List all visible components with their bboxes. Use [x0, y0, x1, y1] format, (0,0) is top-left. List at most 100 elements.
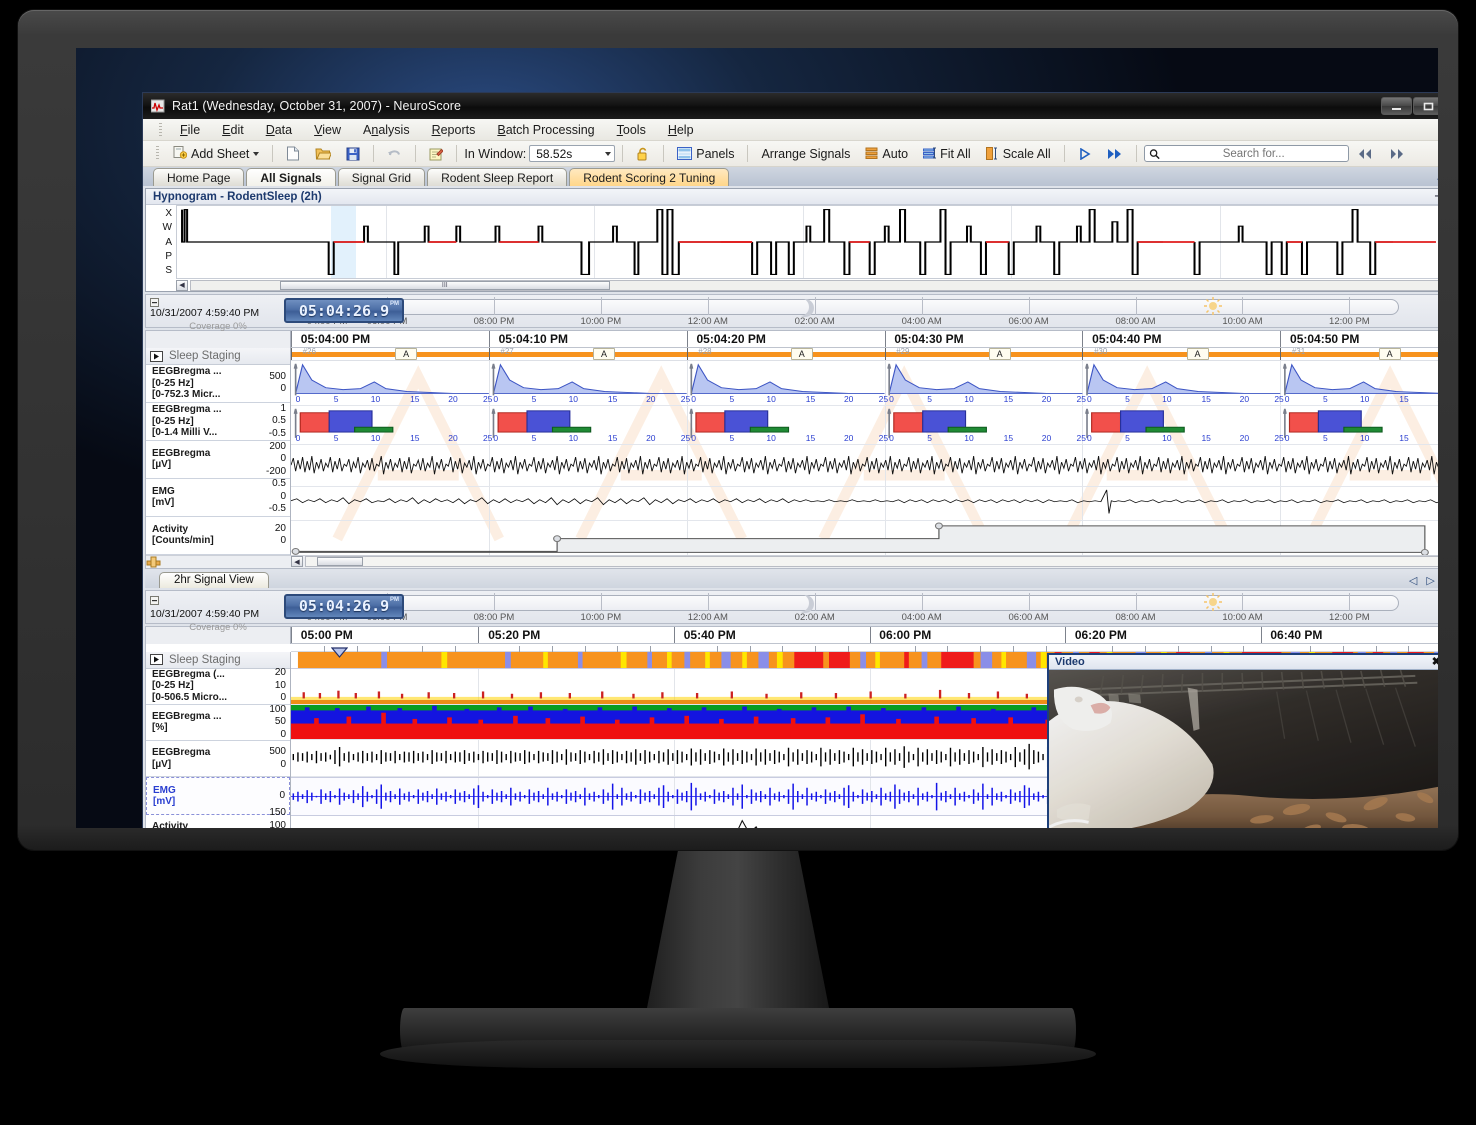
- hypnogram-plot[interactable]: [176, 205, 1438, 279]
- time-navigator-track-2hr[interactable]: 2.81h: [284, 591, 1438, 623]
- menu-analysis[interactable]: Analysis: [352, 120, 421, 140]
- emg-plot[interactable]: [291, 486, 1438, 522]
- fit-all-button[interactable]: Fit All: [917, 144, 977, 164]
- fast-forward-button[interactable]: [1101, 145, 1129, 163]
- collapse-box-icon[interactable]: [150, 298, 159, 307]
- maximize-button[interactable]: [1413, 97, 1438, 115]
- scale-value: 0.5: [272, 478, 286, 490]
- main-toolbar: Add Sheet In Window: 58.52s Panels Arran…: [143, 141, 1438, 167]
- tab-prev-icon[interactable]: ◁: [1437, 172, 1438, 185]
- play-small-icon[interactable]: [150, 654, 163, 665]
- collapse-box-icon[interactable]: [150, 595, 159, 605]
- subtab-2hr-signal-view[interactable]: 2hr Signal View: [159, 571, 269, 588]
- subtab-next-icon[interactable]: ▷: [1426, 574, 1434, 587]
- hypnogram-scroll-thumb[interactable]: III: [279, 280, 610, 290]
- scroll-left-button[interactable]: ◀: [291, 556, 303, 567]
- activity-plot[interactable]: [291, 521, 1438, 555]
- chevron-down-icon[interactable]: [605, 151, 612, 156]
- menu-help[interactable]: Help: [657, 120, 705, 140]
- arrange-signals-button[interactable]: Arrange Signals: [755, 144, 856, 164]
- signal-label-row[interactable]: Activity [Counts/min] 150 100 50 0: [146, 807, 290, 828]
- signal-label-row[interactable]: EMG [mV] 0.5 0 -0.5: [146, 478, 290, 517]
- epoch-stage-tag[interactable]: A: [790, 348, 813, 360]
- signal-label-row[interactable]: EEGBregma [µV] 500 0: [146, 741, 290, 778]
- in-window-combo[interactable]: 58.52s: [529, 145, 616, 162]
- scroll-thumb[interactable]: [317, 557, 363, 566]
- tab-signal-grid[interactable]: Signal Grid: [337, 168, 426, 186]
- video-close-icon[interactable]: ✖: [1432, 655, 1438, 668]
- time-navigator-top[interactable]: 10/31/2007 4:59:40 PM Coverage 0% 2.81h: [145, 294, 1438, 332]
- epoch-stage-tag[interactable]: A: [592, 348, 615, 360]
- menu-edit[interactable]: Edit: [211, 120, 255, 140]
- scale-value: 100: [269, 819, 286, 828]
- lock-button[interactable]: [630, 144, 656, 164]
- new-document-button[interactable]: [280, 143, 306, 164]
- open-folder-button[interactable]: [309, 143, 337, 164]
- time-navigator-2hr[interactable]: 10/31/2007 4:59:40 PM Coverage 0% 2.81h: [145, 589, 1438, 633]
- auto-button[interactable]: Auto: [859, 144, 914, 164]
- menu-view[interactable]: View: [303, 120, 352, 140]
- time-navigator-bar[interactable]: 2.81h: [286, 299, 1399, 315]
- hypnogram-scrollbar[interactable]: ◀ III: [146, 279, 1438, 291]
- detail-time-ruler[interactable]: 05:04:00 PM 05:04:10 PM 05:04:20 PM 05:0…: [291, 331, 1438, 348]
- find-next-button[interactable]: [1383, 145, 1411, 163]
- signal-label-row[interactable]: EEGBregma ... [0-25 Hz] [0-752.3 Micr...…: [146, 365, 290, 403]
- signal-label-row[interactable]: EEGBregma ... [0-25 Hz] [0-1.4 Milli V..…: [146, 403, 290, 441]
- find-previous-button[interactable]: [1352, 145, 1380, 163]
- time-navigator-track[interactable]: 2.81h: [284, 295, 1438, 327]
- scale-all-button[interactable]: Scale All: [980, 144, 1057, 164]
- time-ruler-2hr[interactable]: 05:00 PM 05:20 PM 05:40 PM 06:00 PM 06:2…: [291, 626, 1438, 644]
- edit-note-button[interactable]: [423, 144, 449, 164]
- signal-label-row[interactable]: Activity [Counts/min] 20 0: [146, 517, 290, 555]
- tab-all-signals[interactable]: All Signals: [246, 168, 336, 186]
- tab-home-page[interactable]: Home Page: [153, 168, 245, 186]
- epoch-scoring-bar[interactable]: #26 #27 #28 #29 #30 #31 A A A A A A: [291, 347, 1438, 361]
- epoch-stage-tag[interactable]: A: [1186, 348, 1209, 360]
- play-button[interactable]: [1072, 145, 1098, 163]
- chevron-down-icon[interactable]: [253, 151, 260, 156]
- epoch-stage-tag[interactable]: A: [395, 348, 418, 360]
- sleep-staging-header[interactable]: Sleep Staging: [146, 348, 290, 365]
- epoch-stage-tag[interactable]: A: [988, 348, 1011, 360]
- menu-data[interactable]: Data: [255, 120, 303, 140]
- signal-unit: [Counts/min]: [152, 535, 214, 547]
- hypnogram-title: Hypnogram - RodentSleep (2h): [153, 190, 322, 203]
- save-button[interactable]: [340, 144, 366, 164]
- eeg-raw-plot[interactable]: [291, 445, 1438, 487]
- scroll-trough[interactable]: [305, 556, 1438, 567]
- subtab-prev-icon[interactable]: ◁: [1409, 574, 1417, 587]
- add-sheet-button[interactable]: Add Sheet: [167, 142, 265, 165]
- frequency-axis-1: 0 5 10 15 20 25 0 5 10 15 20 25 0 5 10 15 20 25 0 5 10 15 2…: [295, 393, 1438, 404]
- toolbar-separator-7: [747, 145, 749, 162]
- video-window[interactable]: Video ✖: [1047, 652, 1438, 828]
- time-navigator-bar-2hr[interactable]: 2.81h: [286, 594, 1399, 611]
- eeg-band-plot-2[interactable]: 0 5 10 15 20 25 0 5 10 15 20 25 0 5 10 15 20 25 0 5 10 15 2…: [291, 405, 1438, 446]
- panels-button[interactable]: Panels: [671, 144, 740, 164]
- hypnogram-minimize-icon[interactable]: –: [1435, 190, 1438, 203]
- eeg-spectrum-plot-1[interactable]: 0 5 10 15 20 25 0 5 10 15 20 25 0 5 10 15 20 25 0 5 10 15 2…: [291, 361, 1438, 406]
- sleep-staging-header-2hr[interactable]: Sleep Staging: [146, 651, 290, 669]
- minimize-button[interactable]: [1381, 97, 1412, 115]
- menu-batch-processing[interactable]: Batch Processing: [486, 120, 605, 140]
- cursor-marker-icon[interactable]: [331, 646, 349, 658]
- detail-signal-plots[interactable]: #26 #27 #28 #29 #30 #31 A A A A A A 0 5 …: [291, 347, 1438, 555]
- signal-label-row[interactable]: EEGBregma [µV] 200 0 -200: [146, 441, 290, 479]
- undo-button[interactable]: [381, 144, 408, 163]
- detail-horizontal-scrollbar[interactable]: ◀ ▶: [146, 554, 1438, 568]
- signal-label-row[interactable]: EEGBregma (... [0-25 Hz] [0-506.5 Micro.…: [146, 667, 290, 705]
- tab-rodent-scoring-2-tuning[interactable]: Rodent Scoring 2 Tuning: [569, 168, 730, 186]
- search-input[interactable]: [1163, 147, 1344, 160]
- hypnogram-scroll-left[interactable]: ◀: [176, 279, 188, 291]
- scale-value: 0: [280, 490, 286, 502]
- search-box[interactable]: [1143, 145, 1349, 162]
- signal-label-row[interactable]: EEGBregma ... [%] 100 50 0: [146, 704, 290, 742]
- pin-icon[interactable]: [146, 556, 162, 568]
- menu-tools[interactable]: Tools: [606, 120, 657, 140]
- menu-file[interactable]: File: [169, 120, 211, 140]
- epoch-stage-tag[interactable]: A: [1378, 348, 1401, 360]
- signal-plots-2hr[interactable]: Video ✖: [291, 646, 1438, 828]
- hypnogram-scroll-trough[interactable]: III: [190, 279, 1438, 291]
- menu-reports[interactable]: Reports: [421, 120, 487, 140]
- tab-rodent-sleep-report[interactable]: Rodent Sleep Report: [427, 168, 568, 186]
- play-small-icon[interactable]: [150, 350, 163, 362]
